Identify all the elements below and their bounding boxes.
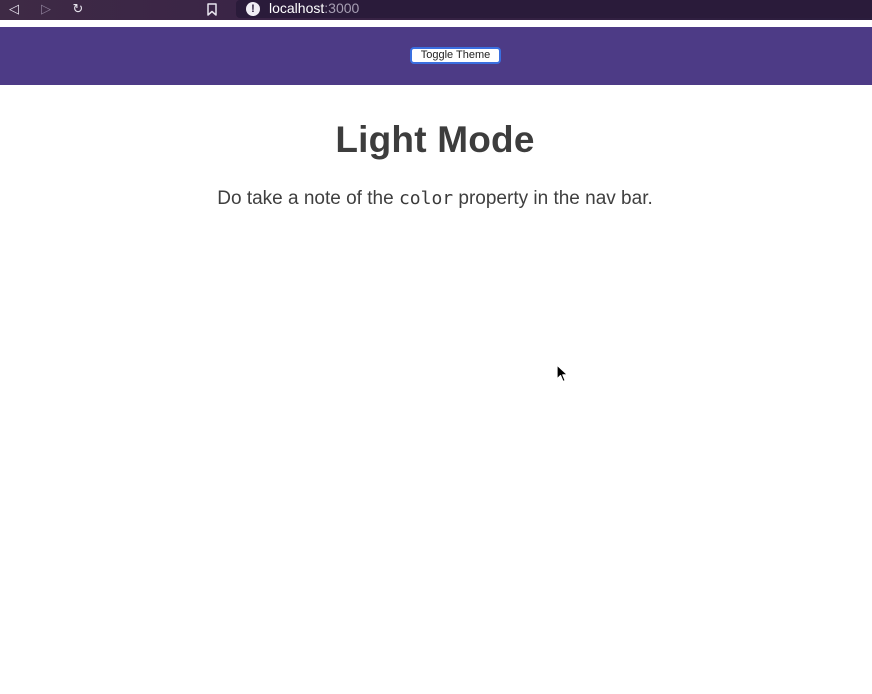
url-host: localhost bbox=[269, 0, 325, 16]
page-title: Light Mode bbox=[335, 119, 535, 160]
mouse-cursor-icon bbox=[556, 364, 569, 383]
address-bar[interactable]: ! localhost:3000 bbox=[236, 0, 872, 18]
page-subtitle: Do take a note of the color property in … bbox=[0, 188, 870, 210]
bookmark-icon-graphic bbox=[207, 2, 217, 16]
url-port: :3000 bbox=[324, 0, 360, 16]
url-text[interactable]: localhost:3000 bbox=[269, 1, 359, 16]
subtitle-code: color bbox=[398, 188, 454, 209]
reload-icon[interactable]: ↻ bbox=[68, 0, 88, 18]
bookmark-icon[interactable] bbox=[202, 0, 222, 18]
main-content: Light Mode Do take a note of the color p… bbox=[0, 85, 872, 694]
browser-toolbar: ◁ ▷ ↻ ! localhost:3000 bbox=[0, 0, 872, 20]
nav-bar: Toggle Theme bbox=[0, 27, 872, 85]
forward-icon[interactable]: ▷ bbox=[36, 0, 56, 18]
subtitle-text-after: property in the nav bar. bbox=[453, 188, 653, 209]
back-icon[interactable]: ◁ bbox=[4, 0, 24, 18]
site-info-icon[interactable]: ! bbox=[246, 2, 260, 16]
toggle-theme-button[interactable]: Toggle Theme bbox=[410, 47, 501, 64]
subtitle-text-before: Do take a note of the bbox=[217, 188, 399, 209]
